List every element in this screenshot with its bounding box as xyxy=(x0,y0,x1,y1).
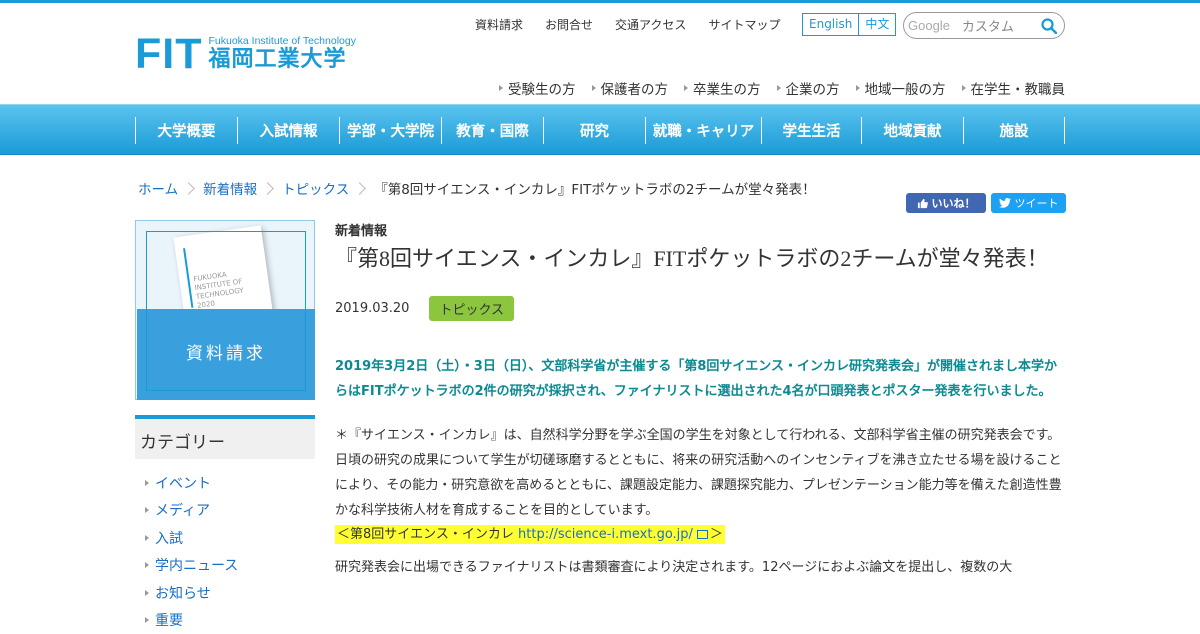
article-body: ＊『サイエンス・インカレ』は、自然科学分野を学ぶ全国の学生を対象として行われる、… xyxy=(335,423,1065,523)
twitter-bird-icon xyxy=(999,198,1011,208)
sidebar: FUKUOKA INSTITUTE OF TECHNOLOGY 2020 資料請… xyxy=(135,220,315,634)
article-title: 『第8回サイエンス・インカレ』FITポケットラボの2チームが堂々発表！ xyxy=(335,243,1065,274)
banner-frame xyxy=(146,231,306,391)
logo-english-name: Fukuoka Institute of Technology xyxy=(208,35,355,47)
breadcrumb-home[interactable]: ホーム xyxy=(138,178,178,198)
triangle-icon xyxy=(145,480,149,486)
article-meta: 2019.03.20 トピックス xyxy=(335,296,1065,321)
search-icon[interactable] xyxy=(1041,18,1057,34)
site-header: FIT Fukuoka Institute of Technology 福岡工業… xyxy=(0,3,1200,104)
audience-link[interactable]: 在学生・教職員 xyxy=(962,78,1066,98)
science-incolle-link[interactable]: http://science-i.mext.go.jp/ xyxy=(518,527,693,542)
category-item-notice[interactable]: お知らせ xyxy=(135,579,315,607)
audience-nav: 受験生の方 保護者の方 卒業生の方 企業の方 地域一般の方 在学生・教職員 xyxy=(499,78,1065,98)
triangle-icon xyxy=(145,535,149,541)
category-item-event[interactable]: イベント xyxy=(135,469,315,497)
thumbs-up-icon xyxy=(917,198,928,209)
util-link-contact[interactable]: お問合せ xyxy=(545,16,593,33)
search-brand: Google xyxy=(908,18,950,33)
link-prefix: ＜第8回サイエンス・インカレ xyxy=(337,527,514,542)
audience-link[interactable]: 受験生の方 xyxy=(499,78,576,98)
audience-link[interactable]: 企業の方 xyxy=(777,78,840,98)
category-item-admission[interactable]: 入試 xyxy=(135,524,315,552)
tweet-button[interactable]: ツイート xyxy=(991,193,1066,213)
article-lead: 2019年3月2日（土）・3日（日）、文部科学省が主催する「第8回サイエンス・イ… xyxy=(335,354,1065,404)
triangle-icon xyxy=(856,85,860,91)
gnav-career[interactable]: 就職・キャリア xyxy=(645,117,761,144)
article-continued-text: 研究発表会に出場できるファイナリストは書類審査により決定されます。12ページにお… xyxy=(335,555,1065,580)
audience-link[interactable]: 保護者の方 xyxy=(592,78,669,98)
document-request-label: 資料請求 xyxy=(136,339,316,364)
breadcrumb: ホーム 新着情報 トピックス 『第8回サイエンス・インカレ』FITポケットラボの… xyxy=(138,178,816,198)
gnav-about[interactable]: 大学概要 xyxy=(135,117,237,144)
breadcrumb-current: 『第8回サイエンス・インカレ』FITポケットラボの2チームが堂々発表！ xyxy=(374,178,815,198)
chevron-right-icon xyxy=(261,182,274,195)
article: 新着情報 『第8回サイエンス・インカレ』FITポケットラボの2チームが堂々発表！… xyxy=(335,220,1065,580)
triangle-icon xyxy=(684,85,688,91)
audience-link[interactable]: 地域一般の方 xyxy=(856,78,946,98)
chevron-right-icon xyxy=(353,182,366,195)
logo-japanese-name: 福岡工業大学 xyxy=(208,47,355,73)
breadcrumb-topics[interactable]: トピックス xyxy=(282,178,349,198)
external-link-icon xyxy=(697,530,708,539)
gnav-facilities[interactable]: 施設 xyxy=(963,117,1065,144)
article-tag[interactable]: トピックス xyxy=(429,296,514,321)
document-request-banner[interactable]: FUKUOKA INSTITUTE OF TECHNOLOGY 2020 資料請… xyxy=(135,220,315,400)
triangle-icon xyxy=(145,590,149,596)
util-link-request[interactable]: 資料請求 xyxy=(475,16,523,33)
triangle-icon xyxy=(962,85,966,91)
triangle-icon xyxy=(777,85,781,91)
breadcrumb-news[interactable]: 新着情報 xyxy=(203,178,257,198)
triangle-icon xyxy=(145,507,149,513)
language-switcher: English 中文 xyxy=(802,13,896,36)
chevron-right-icon xyxy=(182,182,195,195)
triangle-icon xyxy=(499,85,503,91)
external-link-highlight: ＜第8回サイエンス・インカレ http://science-i.mext.go.… xyxy=(335,525,725,544)
link-suffix: ＞ xyxy=(710,527,723,542)
triangle-icon xyxy=(145,562,149,568)
category-title: カテゴリー xyxy=(135,419,315,459)
category-item-media[interactable]: メディア xyxy=(135,497,315,525)
article-date: 2019.03.20 xyxy=(335,301,409,316)
category-box: カテゴリー イベント メディア 入試 学内ニュース お知らせ 重要 xyxy=(135,415,315,634)
global-nav: 大学概要 入試情報 学部・大学院 教育・国際 研究 就職・キャリア 学生生活 地… xyxy=(0,104,1200,155)
category-item-campus-news[interactable]: 学内ニュース xyxy=(135,552,315,580)
utility-nav: 資料請求 お問合せ 交通アクセス サイトマップ xyxy=(475,16,780,33)
lang-english[interactable]: English xyxy=(803,14,858,35)
gnav-education[interactable]: 教育・国際 xyxy=(441,117,543,144)
util-link-access[interactable]: 交通アクセス xyxy=(615,16,686,33)
gnav-community[interactable]: 地域貢献 xyxy=(861,117,963,144)
triangle-icon xyxy=(592,85,596,91)
site-search[interactable]: Google カスタム xyxy=(903,12,1065,39)
article-kicker: 新着情報 xyxy=(335,220,1065,239)
audience-link[interactable]: 卒業生の方 xyxy=(684,78,761,98)
social-buttons: いいね！ ツイート xyxy=(906,193,1066,213)
site-logo[interactable]: FIT Fukuoka Institute of Technology 福岡工業… xyxy=(135,35,356,73)
logo-mark: FIT xyxy=(135,35,202,73)
gnav-faculties[interactable]: 学部・大学院 xyxy=(339,117,441,144)
util-link-sitemap[interactable]: サイトマップ xyxy=(708,16,780,33)
facebook-like-button[interactable]: いいね！ xyxy=(906,193,986,213)
gnav-research[interactable]: 研究 xyxy=(543,117,645,144)
triangle-icon xyxy=(145,617,149,623)
lang-chinese[interactable]: 中文 xyxy=(858,14,895,35)
gnav-admissions[interactable]: 入試情報 xyxy=(237,117,339,144)
gnav-student-life[interactable]: 学生生活 xyxy=(761,117,861,144)
search-input[interactable]: カスタム xyxy=(962,16,1041,35)
